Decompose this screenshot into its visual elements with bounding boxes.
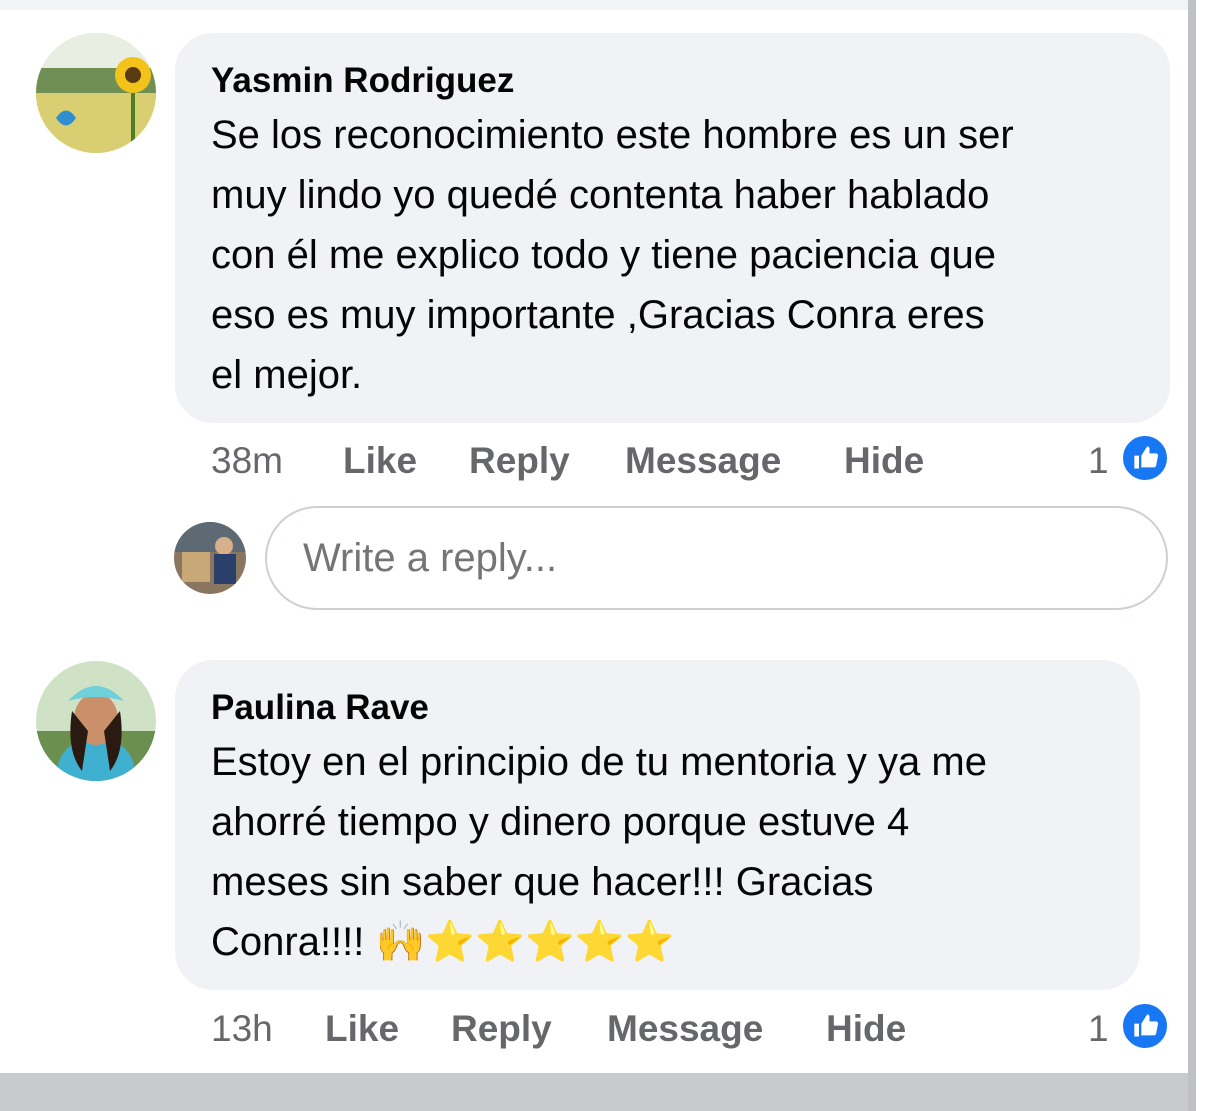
reply-button[interactable]: Reply	[451, 1004, 552, 1054]
hide-button[interactable]: Hide	[844, 436, 924, 486]
avatar-current-user[interactable]	[174, 522, 246, 594]
comment-bubble: Yasmin Rodriguez Se los reconocimiento e…	[175, 33, 1170, 423]
comment-line: meses sin saber que hacer!!! Gracias	[211, 860, 874, 904]
comment-timestamp[interactable]: 13h	[211, 1004, 273, 1054]
comment-line: ahorré tiempo y dinero porque estuve 4	[211, 800, 910, 844]
reply-button[interactable]: Reply	[469, 436, 570, 486]
comment-author[interactable]: Paulina Rave	[211, 688, 429, 728]
comment-line: Se los reconocimiento este hombre es un …	[211, 113, 1014, 157]
comment-bubble: Paulina Rave Estoy en el principio de tu…	[175, 660, 1140, 990]
comment-line: Conra!!!! 🙌⭐⭐⭐⭐⭐	[211, 912, 987, 972]
thumbs-up-icon[interactable]	[1121, 1002, 1169, 1050]
comment-line: muy lindo yo quedé contenta haber hablad…	[211, 173, 990, 217]
comment-text: Se los reconocimiento este hombre es un …	[211, 105, 1014, 405]
comment-author[interactable]: Yasmin Rodriguez	[211, 61, 514, 101]
comment-line: Estoy en el principio de tu mentoria y y…	[211, 740, 987, 784]
message-button[interactable]: Message	[607, 1004, 763, 1054]
reaction-count[interactable]: 1	[1088, 436, 1109, 486]
comment-line: con él me explico todo y tiene paciencia…	[211, 233, 996, 277]
reaction-count[interactable]: 1	[1088, 1004, 1109, 1054]
comment-actions: 13h Like Reply Message Hide	[211, 1004, 971, 1054]
reply-input[interactable]	[265, 506, 1168, 610]
avatar-yasmin-rodriguez[interactable]	[36, 33, 156, 153]
thumbs-up-icon[interactable]	[1121, 434, 1169, 482]
comment-actions: 38m Like Reply Message Hide	[211, 436, 971, 486]
bottom-bar	[0, 1073, 1188, 1111]
comment-line-text: Conra!!!!	[211, 920, 365, 964]
comment-line: el mejor.	[211, 353, 363, 397]
top-divider-strip	[0, 0, 1188, 10]
scrollbar[interactable]	[1188, 0, 1196, 1111]
like-button[interactable]: Like	[343, 436, 417, 486]
user-profile-photo	[174, 522, 246, 594]
comment-text: Estoy en el principio de tu mentoria y y…	[211, 732, 987, 972]
avatar-paulina-rave[interactable]	[36, 661, 156, 781]
comment-line: eso es muy importante ,Gracias Conra ere…	[211, 293, 985, 337]
hide-button[interactable]: Hide	[826, 1004, 906, 1054]
like-button[interactable]: Like	[325, 1004, 399, 1054]
emoji-reactions: 🙌⭐⭐⭐⭐⭐	[375, 920, 675, 964]
woman-profile-photo	[36, 661, 156, 781]
message-button[interactable]: Message	[625, 436, 781, 486]
comment-timestamp[interactable]: 38m	[211, 436, 283, 486]
sunflower-profile-photo	[36, 33, 156, 153]
